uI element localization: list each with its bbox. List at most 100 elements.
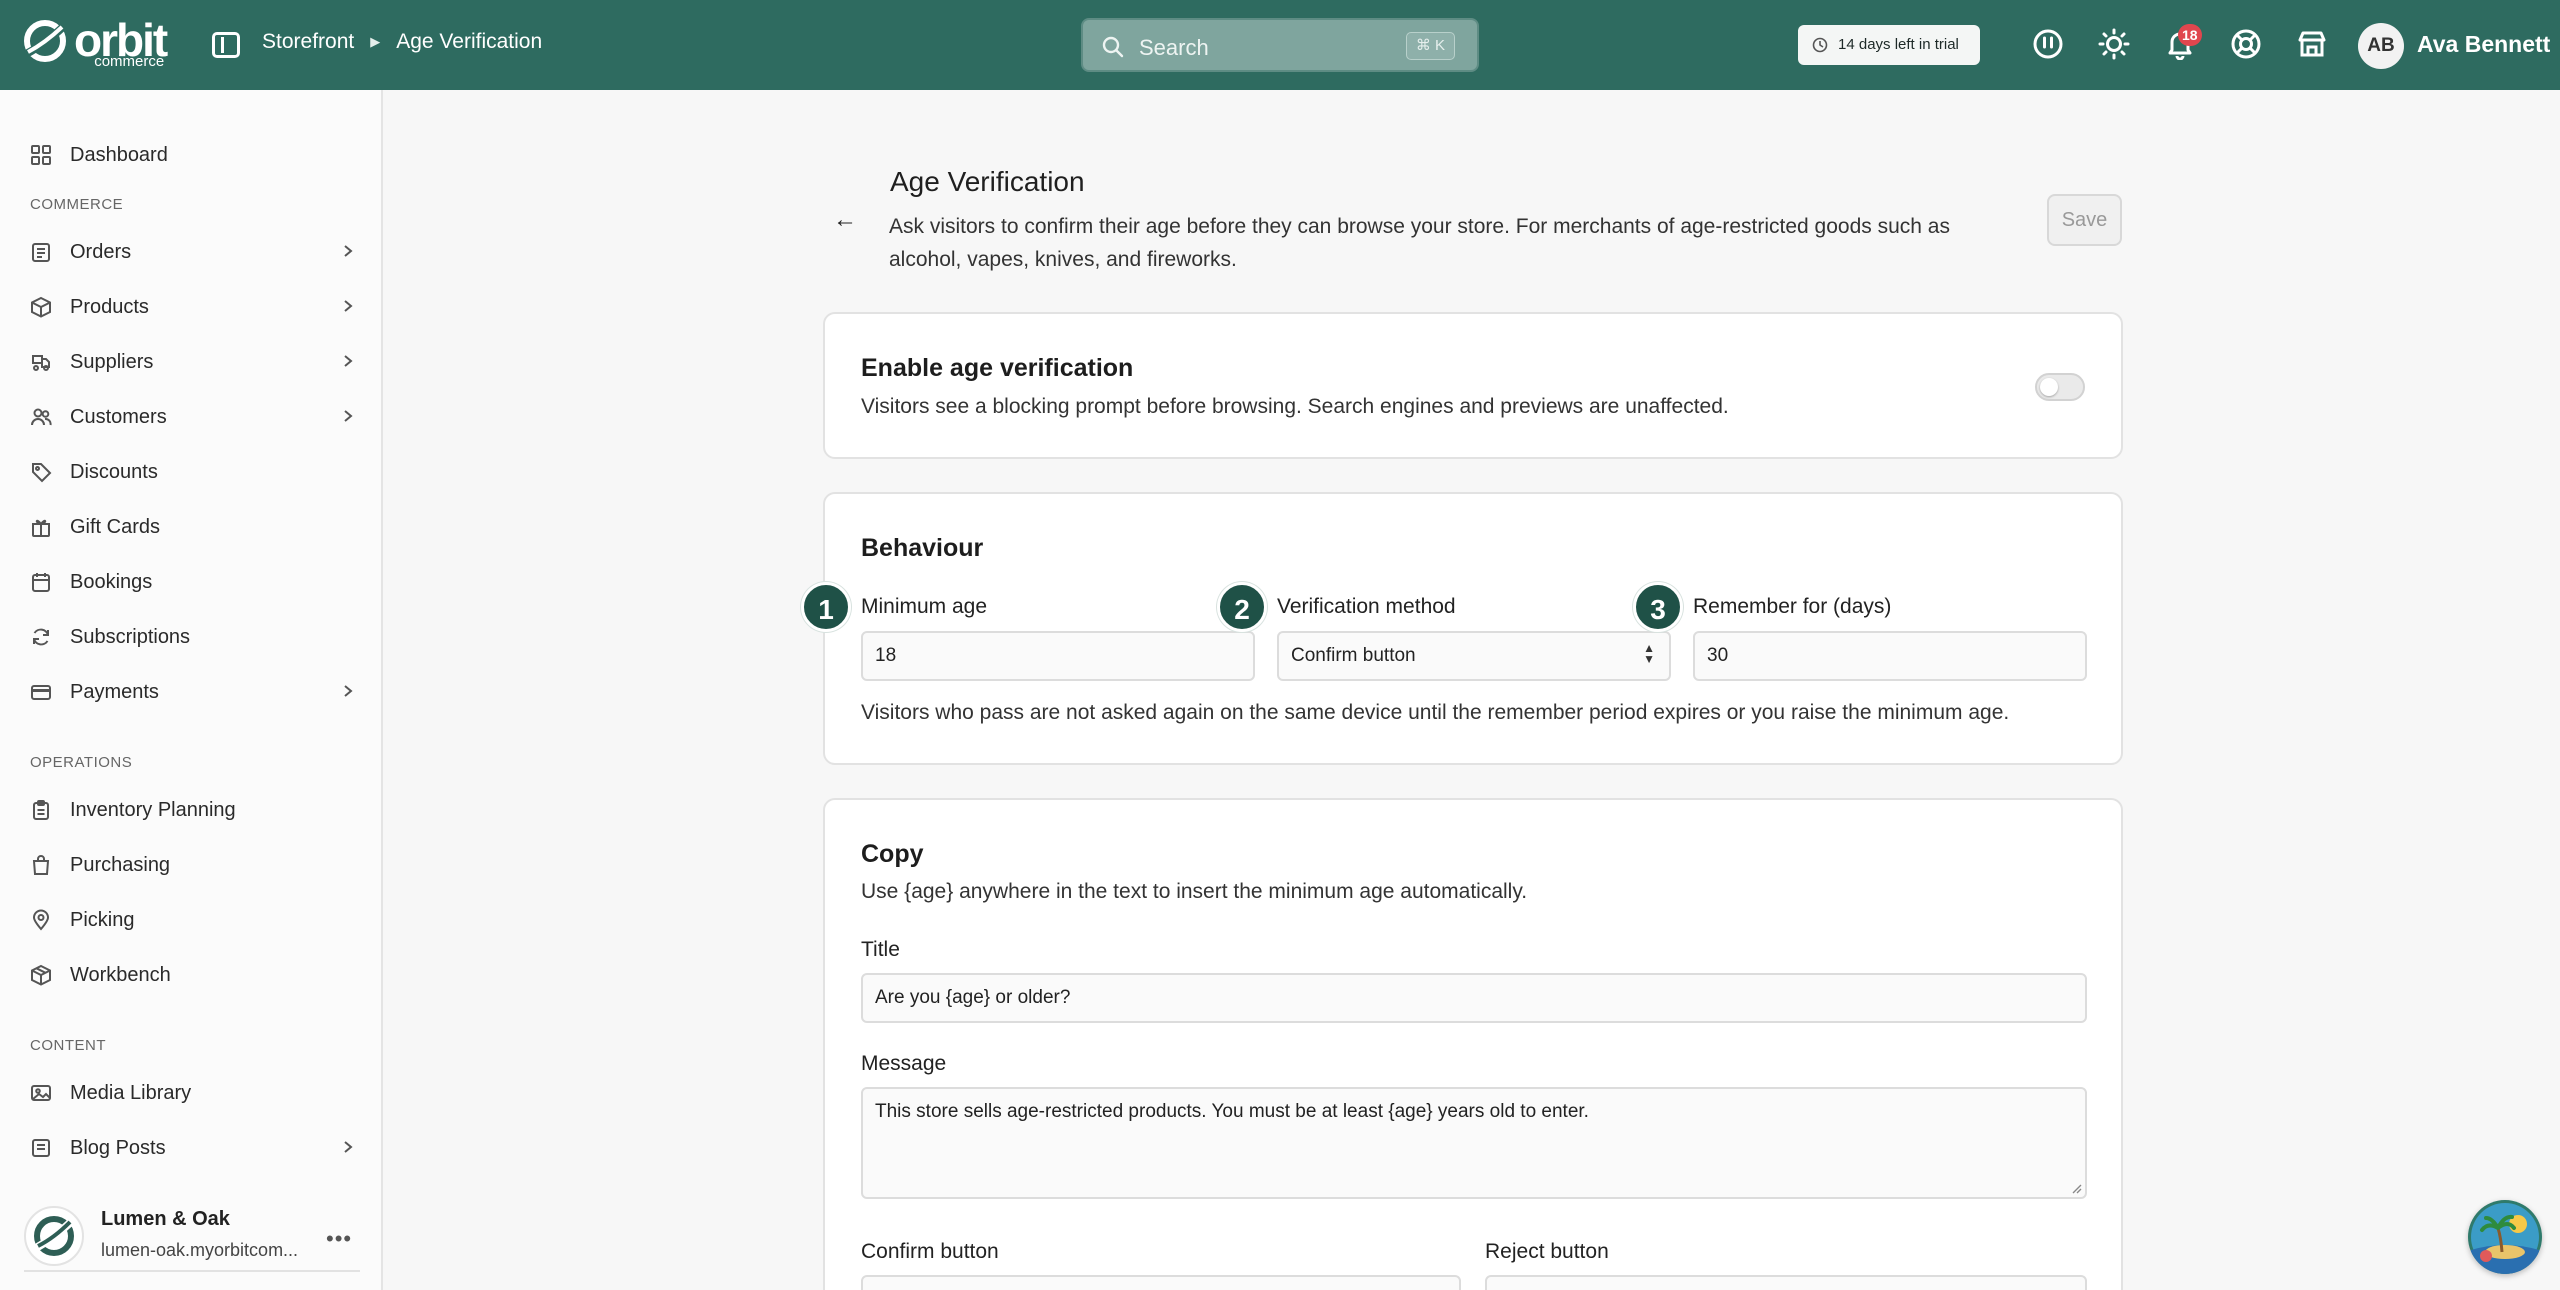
help-icon[interactable] <box>2230 28 2262 60</box>
store-url: lumen-oak.myorbitcom... <box>101 1240 299 1260</box>
search-icon <box>1102 36 1124 58</box>
behaviour-card: Behaviour 1 Minimum age 18 2 Verificatio… <box>801 492 2123 765</box>
trial-badge[interactable]: 14 days left in trial <box>1798 25 1980 65</box>
section-content: CONTENT <box>30 1037 106 1054</box>
sidebar-item-purchasing[interactable]: Purchasing <box>30 845 356 885</box>
message-textarea[interactable]: This store sells age-restricted products… <box>861 1087 2087 1199</box>
breadcrumb-current: Age Verification <box>396 30 543 53</box>
orbit-logo-icon <box>24 20 67 62</box>
gift-icon <box>32 519 50 537</box>
sidebar-item-label: Bookings <box>70 570 153 593</box>
remember-label: Remember for (days) <box>1693 595 1892 618</box>
truck-icon <box>32 355 50 371</box>
reject-button-input[interactable] <box>1485 1275 2087 1290</box>
users-icon <box>31 408 52 426</box>
step-badge: 2 <box>1217 582 1267 632</box>
title-input[interactable]: Are you {age} or older? <box>861 973 2087 1023</box>
breadcrumb-separator-icon: ▶ <box>370 34 381 49</box>
user-name[interactable]: Ava Bennett <box>2417 31 2550 58</box>
brand-sub: commerce <box>94 53 165 70</box>
brand-logo[interactable]: orbit commerce <box>22 17 168 70</box>
sidebar-item-picking[interactable]: Picking <box>30 900 356 940</box>
orders-icon <box>32 243 50 262</box>
sidebar-item-label: Customers <box>70 405 167 428</box>
calendar-icon <box>32 573 50 592</box>
sidebar-item-dashboard[interactable]: Dashboard <box>30 135 356 175</box>
chevron-right-icon <box>344 685 353 697</box>
sidebar-item-label: Workbench <box>70 963 171 986</box>
document-icon <box>32 1139 50 1157</box>
sidebar-item-discounts[interactable]: Discounts <box>30 452 356 492</box>
sidebar-item-media-library[interactable]: Media Library <box>30 1073 356 1113</box>
sidebar-item-label: Discounts <box>70 460 158 483</box>
credit-card-icon <box>31 685 51 700</box>
clipboard-icon <box>33 800 49 820</box>
sidebar-item-label: Inventory Planning <box>70 798 236 821</box>
sidebar-item-label: Orders <box>70 240 132 263</box>
search-placeholder: Search <box>1139 35 1209 60</box>
box-icon <box>31 296 51 318</box>
method-label: Verification method <box>1277 595 1456 618</box>
sidebar-item-inventory-planning[interactable]: Inventory Planning <box>30 790 356 830</box>
refresh-icon <box>33 628 49 646</box>
chevron-right-icon <box>344 1141 353 1153</box>
copy-card: Copy Use {age} anywhere in the text to i… <box>823 798 2123 1290</box>
step-badge: 3 <box>1633 582 1683 632</box>
sidebar-item-label: Picking <box>70 908 135 931</box>
avatar[interactable]: AB <box>2358 23 2404 69</box>
min-age-input[interactable]: 18 <box>861 631 1255 681</box>
back-arrow-icon[interactable]: ← <box>833 206 857 234</box>
divider <box>24 1270 360 1272</box>
top-bar: orbit commerce Storefront ▶ Age Verifica… <box>0 0 2560 90</box>
store-icon[interactable] <box>2296 28 2328 60</box>
sidebar-item-gift-cards[interactable]: Gift Cards <box>30 507 356 547</box>
more-icon[interactable]: ••• <box>326 1226 352 1252</box>
sidebar-item-products[interactable]: Products <box>30 287 356 327</box>
sidebar-item-label: Gift Cards <box>70 515 161 538</box>
sidebar-item-payments[interactable]: Payments <box>30 672 356 712</box>
search-input[interactable]: Search ⌘ K <box>1081 18 1479 72</box>
breadcrumb-storefront[interactable]: Storefront <box>262 30 354 54</box>
method-select[interactable]: Confirm button ▲ ▼ <box>1277 631 1671 681</box>
remember-input[interactable]: 30 <box>1693 631 2087 681</box>
message-value: This store sells age-restricted products… <box>875 1101 1589 1122</box>
enable-title: Enable age verification <box>861 354 1134 382</box>
sidebar-item-customers[interactable]: Customers <box>30 397 356 437</box>
store-logo[interactable] <box>24 1206 84 1266</box>
step-badge: 1 <box>801 582 851 632</box>
section-operations: OPERATIONS <box>30 754 133 771</box>
message-label: Message <box>861 1052 947 1075</box>
chevron-right-icon <box>344 355 353 367</box>
sidebar-item-blog-posts[interactable]: Blog Posts <box>30 1128 356 1168</box>
search-shortcut: ⌘ K <box>1405 32 1455 60</box>
sidebar-item-orders[interactable]: Orders <box>30 232 356 272</box>
sidebar-toggle-icon[interactable] <box>212 32 240 58</box>
copy-title: Copy <box>861 840 924 868</box>
dashboard-icon <box>31 145 51 165</box>
map-pin-icon <box>32 909 50 931</box>
sidebar: Dashboard COMMERCE Orders Products Suppl… <box>0 90 383 1290</box>
sidebar-item-suppliers[interactable]: Suppliers <box>30 342 356 382</box>
enable-text: Visitors see a blocking prompt before br… <box>861 395 1729 418</box>
sidebar-item-label: Blog Posts <box>70 1136 166 1159</box>
behaviour-title: Behaviour <box>861 534 984 562</box>
clock-icon <box>1812 37 1828 53</box>
sidebar-item-workbench[interactable]: Workbench <box>30 955 356 995</box>
resize-handle-icon[interactable] <box>2070 1182 2082 1194</box>
sidebar-item-label: Media Library <box>70 1081 192 1104</box>
sidebar-item-subscriptions[interactable]: Subscriptions <box>30 617 356 657</box>
page-title: Age Verification <box>890 166 1085 197</box>
tag-icon <box>32 463 52 483</box>
chevron-right-icon <box>344 410 353 422</box>
chevron-right-icon <box>344 300 353 312</box>
sidebar-item-label: Purchasing <box>70 853 171 876</box>
select-arrows-icon: ▲ ▼ <box>1643 641 1655 666</box>
confirm-button-input[interactable] <box>861 1275 1461 1290</box>
sun-icon[interactable] <box>2098 28 2130 60</box>
enable-toggle[interactable] <box>2035 373 2085 401</box>
sidebar-item-bookings[interactable]: Bookings <box>30 562 356 602</box>
store-name[interactable]: Lumen & Oak <box>101 1208 230 1231</box>
save-button[interactable]: Save <box>2047 194 2122 246</box>
status-icon[interactable] <box>2032 28 2064 60</box>
chat-launcher[interactable] <box>2468 1200 2542 1274</box>
